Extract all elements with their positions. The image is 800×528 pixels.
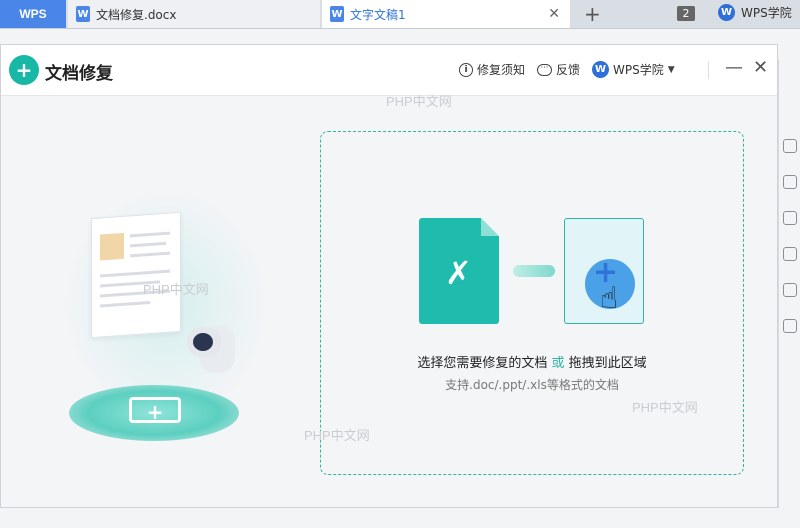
hand-cursor-icon: ☝ <box>600 281 619 316</box>
tab-text-document-label: 文字文稿1 <box>350 7 406 22</box>
repair-platform-icon: + <box>129 397 181 424</box>
image-icon[interactable] <box>783 283 797 297</box>
feedback-button[interactable]: ··· 反馈 <box>537 61 580 78</box>
drop-instruction: 选择您需要修复的文档 或 拖拽到此区域 <box>321 352 743 371</box>
close-icon[interactable]: ✕ <box>753 57 768 78</box>
watermark: PHP中文网 <box>143 282 209 297</box>
repair-notice-label: 修复须知 <box>477 63 526 77</box>
drop-target-icon: + ☝ <box>564 218 644 324</box>
feedback-icon: ··· <box>537 63 552 76</box>
word-file-icon: W <box>330 6 344 22</box>
wrench-icon: ✗ <box>445 254 472 292</box>
select-file-link[interactable]: 选择您需要修复的文档 <box>417 356 547 371</box>
tab-document-repair[interactable]: W 文档修复.docx <box>68 0 320 28</box>
close-icon[interactable]: ✕ <box>548 6 560 22</box>
dialog-title: 文档修复 <box>45 64 113 84</box>
caret-down-icon: ▼ <box>667 64 675 75</box>
share-icon[interactable] <box>783 319 797 333</box>
tab-text-document[interactable]: W 文字文稿1 ✕ <box>322 0 570 28</box>
repair-app-logo-icon: + <box>9 55 39 85</box>
tab-wps[interactable]: WPS <box>0 0 66 28</box>
transfer-arrow-icon <box>513 265 555 277</box>
plus-icon[interactable]: + <box>584 2 601 26</box>
status-bar <box>0 508 800 528</box>
document-illustration <box>91 211 181 339</box>
tab-document-repair-label: 文档修复.docx <box>96 7 177 22</box>
robot-eye <box>193 333 213 351</box>
minimize-icon[interactable]: — <box>725 57 743 78</box>
tab-wps-label: WPS <box>19 7 47 21</box>
tab-bar: WPS W 文档修复.docx W 文字文稿1 ✕ + 2 W WPS学院 <box>0 0 800 29</box>
drag-here-text: 拖拽到此区域 <box>568 356 647 371</box>
wps-logo-icon: W <box>718 4 735 21</box>
select-icon[interactable] <box>783 175 797 189</box>
repair-notice-button[interactable]: i 修复须知 <box>459 61 525 78</box>
right-sidebar <box>778 59 800 528</box>
file-drop-zone[interactable]: ✗ + ☝ 选择您需要修复的文档 或 拖拽到此区域 支持.doc/.ppt/.x… <box>320 131 744 475</box>
watermark: PHP中文网 <box>632 400 698 415</box>
supported-formats-text: 支持.doc/.ppt/.xls等格式的文档 <box>445 378 619 392</box>
tab-count-badge[interactable]: 2 <box>677 6 695 21</box>
watermark: PHP中文网 <box>386 94 452 109</box>
wps-logo-icon: W <box>592 61 609 78</box>
broken-document-icon: ✗ <box>419 218 499 324</box>
pen-icon[interactable] <box>783 139 797 153</box>
instruction-or: 或 <box>551 356 565 371</box>
info-icon: i <box>459 62 473 77</box>
wps-academy-dropdown-label: WPS学院 <box>613 63 664 77</box>
help-icon[interactable] <box>783 247 797 261</box>
feedback-label: 反馈 <box>556 63 581 77</box>
word-file-icon: W <box>76 6 90 22</box>
repair-illustration: + <box>51 185 281 465</box>
format-icon[interactable] <box>783 211 797 225</box>
document-repair-dialog: + 文档修复 i 修复须知 ··· 反馈 W WPS学院 ▼ — ✕ + ✗ +… <box>0 44 778 508</box>
watermark: PHP中文网 <box>304 428 370 443</box>
wps-academy-dropdown[interactable]: W WPS学院 ▼ <box>592 61 675 78</box>
dialog-header: + 文档修复 i 修复须知 ··· 反馈 W WPS学院 ▼ — ✕ <box>1 45 777 96</box>
wps-academy-link[interactable]: W WPS学院 <box>718 4 792 21</box>
wps-academy-label: WPS学院 <box>741 6 792 20</box>
header-divider <box>708 61 709 79</box>
